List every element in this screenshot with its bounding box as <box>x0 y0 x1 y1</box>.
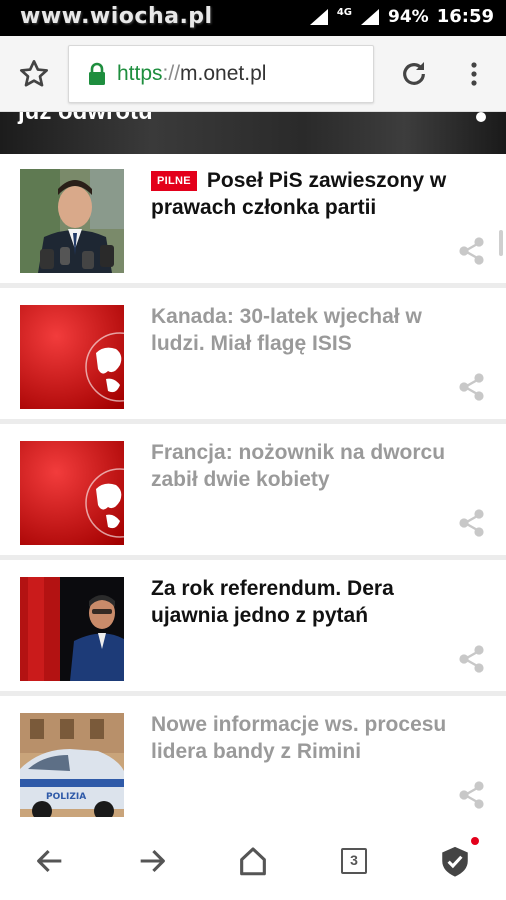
share-icon[interactable] <box>456 779 488 811</box>
share-icon[interactable] <box>456 643 488 675</box>
status-indicators: 4G 94% 16:59 <box>309 6 494 27</box>
article-headline: Za rok referendum. Dera ujawnia jedno z … <box>151 577 394 627</box>
lock-icon <box>89 62 105 85</box>
share-icon[interactable] <box>456 371 488 403</box>
tab-switcher-button[interactable]: 3 <box>341 848 367 874</box>
signal-icon <box>361 8 379 25</box>
watermark: www.wiocha.pl <box>20 4 213 29</box>
battery-percent: 94% <box>388 6 429 27</box>
article-thumbnail: POLIZIA <box>20 713 124 817</box>
share-icon[interactable] <box>456 235 488 267</box>
article-thumbnail <box>20 305 124 409</box>
article-headline: Kanada: 30-latek wjechał w ludzi. Miał f… <box>151 305 422 355</box>
network-type: 4G <box>336 7 352 18</box>
status-bar: www.wiocha.pl 4G 94% 16:59 <box>0 0 506 36</box>
url-separator: :// <box>162 62 181 85</box>
article-item[interactable]: Francja: nożownik na dworcu zabił dwie k… <box>0 427 506 560</box>
reload-icon[interactable] <box>398 58 430 90</box>
article-thumbnail <box>20 577 124 681</box>
article-headline: Francja: nożownik na dworcu zabił dwie k… <box>151 441 446 491</box>
back-arrow-icon[interactable] <box>33 844 67 878</box>
url-text: https://m.onet.pl <box>117 62 266 86</box>
hero-title: już odwrotu <box>18 112 153 126</box>
article-thumbnail <box>20 441 124 545</box>
url-scheme: https <box>117 62 163 85</box>
wifi-icon <box>309 8 328 25</box>
bottom-navigation: 3 <box>0 822 506 900</box>
scrollbar[interactable] <box>499 230 503 256</box>
shield-check-icon[interactable] <box>438 844 472 878</box>
notification-dot <box>471 837 479 845</box>
bookmark-star-icon[interactable] <box>18 58 50 90</box>
home-icon[interactable] <box>236 844 270 878</box>
browser-toolbar: https://m.onet.pl <box>0 36 506 112</box>
article-item[interactable]: Za rok referendum. Dera ujawnia jedno z … <box>0 563 506 696</box>
share-icon[interactable] <box>456 507 488 539</box>
article-thumbnail <box>20 169 124 273</box>
article-item[interactable]: POLIZIA Nowe informacje ws. procesu lide… <box>0 699 506 832</box>
article-headline: PILNE Poseł PiS zawieszony w prawach czło… <box>151 167 471 221</box>
forward-arrow-icon[interactable] <box>135 844 169 878</box>
overflow-menu-icon[interactable] <box>462 58 486 90</box>
article-item[interactable]: PILNE Poseł PiS zawieszony w prawach czło… <box>0 155 506 288</box>
article-item[interactable]: Kanada: 30-latek wjechał w ludzi. Miał f… <box>0 291 506 424</box>
svg-text:POLIZIA: POLIZIA <box>46 792 86 802</box>
address-bar[interactable]: https://m.onet.pl <box>68 45 374 103</box>
breaking-news-badge: PILNE <box>151 171 197 191</box>
clock: 16:59 <box>436 6 494 27</box>
hero-banner[interactable]: już odwrotu <box>0 112 506 154</box>
hero-indicator-dot <box>476 112 486 122</box>
url-host: m.onet.pl <box>180 62 267 85</box>
article-headline: Nowe informacje ws. procesu lidera bandy… <box>151 713 447 763</box>
